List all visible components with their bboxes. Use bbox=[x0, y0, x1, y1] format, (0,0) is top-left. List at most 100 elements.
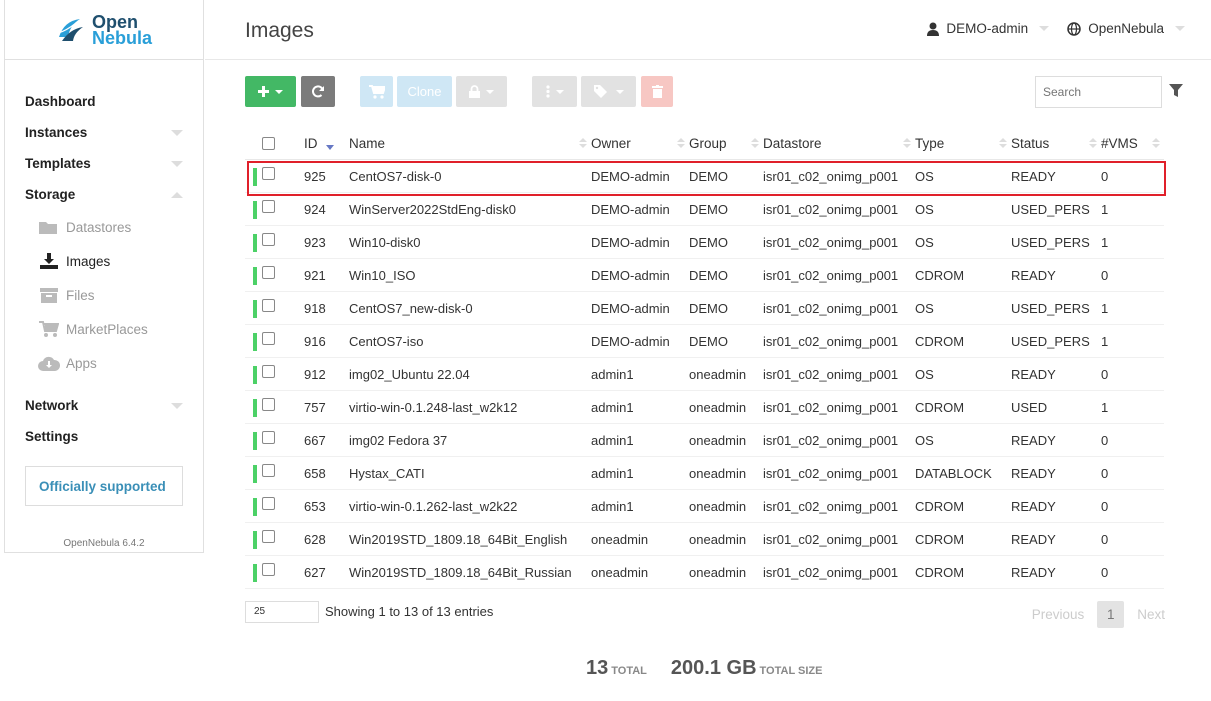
table-row[interactable]: 918 CentOS7_new-disk-0 DEMO-admin DEMO isr01… bbox=[245, 292, 1164, 325]
pagination: Previous 1 Next bbox=[1032, 601, 1165, 628]
labels-button[interactable] bbox=[581, 76, 636, 107]
table-row[interactable]: 923 Win10-disk0 DEMO-admin DEMO isr01_c02_on… bbox=[245, 226, 1164, 259]
column-header-vms[interactable]: #VMS bbox=[1101, 127, 1164, 159]
cell-vms: 0 bbox=[1101, 432, 1109, 448]
trash-icon bbox=[651, 85, 663, 98]
sidebar-item-settings[interactable]: Settings bbox=[5, 421, 203, 452]
table-row[interactable]: 924 WinServer2022StdEng-disk0 DEMO-admin DE… bbox=[245, 193, 1164, 226]
row-checkbox[interactable] bbox=[262, 332, 275, 345]
opennebula-logo[interactable]: Open Nebula bbox=[5, 0, 203, 60]
table-row[interactable]: 757 virtio-win-0.1.248-last_w2k12 admin1 on… bbox=[245, 391, 1164, 424]
create-button[interactable] bbox=[245, 76, 296, 107]
delete-button[interactable] bbox=[641, 76, 673, 107]
column-header-type[interactable]: Type bbox=[915, 127, 1011, 159]
cell-type: CDROM bbox=[915, 333, 965, 349]
row-checkbox[interactable] bbox=[262, 398, 275, 411]
sidebar-item-images[interactable]: Images bbox=[5, 244, 203, 278]
table-row[interactable]: 916 CentOS7-iso DEMO-admin DEMO isr01_c02_on… bbox=[245, 325, 1164, 358]
column-header-group[interactable]: Group bbox=[689, 127, 763, 159]
row-checkbox[interactable] bbox=[262, 431, 275, 444]
officially-supported-link[interactable]: Officially supported bbox=[25, 466, 183, 506]
cell-status: READY bbox=[1011, 564, 1056, 580]
marketplace-button[interactable] bbox=[360, 76, 393, 107]
filter-icon[interactable] bbox=[1169, 84, 1183, 97]
sidebar-item-network[interactable]: Network bbox=[5, 390, 203, 421]
cell-type: DATABLOCK bbox=[915, 465, 992, 481]
table-row[interactable]: 627 Win2019STD_1809.18_64Bit_Russian onead… bbox=[245, 556, 1164, 589]
sidebar-item-files[interactable]: Files bbox=[5, 278, 203, 312]
page-1-button[interactable]: 1 bbox=[1097, 601, 1125, 628]
column-label: #VMS bbox=[1101, 135, 1138, 151]
table-row[interactable]: 921 Win10_ISO DEMO-admin DEMO isr01_c02_onim… bbox=[245, 259, 1164, 292]
state-indicator bbox=[253, 531, 257, 549]
state-indicator bbox=[253, 300, 257, 318]
sidebar-item-marketplaces[interactable]: MarketPlaces bbox=[5, 312, 203, 346]
sidebar-item-instances[interactable]: Instances bbox=[5, 117, 203, 148]
zone-menu[interactable]: OpenNebula bbox=[1067, 21, 1185, 36]
sidebar-item-dashboard[interactable]: Dashboard bbox=[5, 86, 203, 117]
next-page-button[interactable]: Next bbox=[1137, 607, 1165, 622]
total-count-label: TOTAL bbox=[611, 665, 647, 677]
cell-name: Hystax_CATI bbox=[349, 465, 425, 481]
user-icon bbox=[927, 22, 940, 36]
cell-status: USED bbox=[1011, 399, 1048, 415]
cell-status: USED_PERS bbox=[1011, 300, 1090, 316]
chevron-down-icon bbox=[171, 402, 183, 409]
refresh-button[interactable] bbox=[301, 76, 335, 107]
column-header-owner[interactable]: Owner bbox=[591, 127, 689, 159]
lock-button[interactable] bbox=[456, 76, 507, 107]
row-checkbox[interactable] bbox=[262, 233, 275, 246]
cell-owner: DEMO-admin bbox=[591, 168, 670, 184]
table-row[interactable]: 925 CentOS7-disk-0 DEMO-admin DEMO isr01_c02… bbox=[245, 160, 1164, 193]
cell-name: Win2019STD_1809.18_64Bit_English bbox=[349, 531, 568, 547]
cell-status: USED_PERS bbox=[1011, 234, 1090, 250]
table-row[interactable]: 912 img02_Ubuntu 22.04 admin1 oneadmin isr01… bbox=[245, 358, 1164, 391]
row-checkbox[interactable] bbox=[262, 365, 275, 378]
sidebar-item-templates[interactable]: Templates bbox=[5, 148, 203, 179]
row-checkbox[interactable] bbox=[262, 266, 275, 279]
row-checkbox[interactable] bbox=[262, 464, 275, 477]
select-all-checkbox[interactable] bbox=[262, 136, 275, 150]
column-header-datastore[interactable]: Datastore bbox=[763, 127, 915, 159]
page-size-select[interactable]: 25 bbox=[245, 601, 319, 623]
column-header-id[interactable]: ID bbox=[304, 127, 349, 159]
row-checkbox[interactable] bbox=[262, 530, 275, 543]
state-indicator bbox=[253, 234, 257, 252]
table-row[interactable]: 653 virtio-win-0.1.262-last_w2k22 admin1 on… bbox=[245, 490, 1164, 523]
row-checkbox[interactable] bbox=[262, 200, 275, 213]
previous-page-button[interactable]: Previous bbox=[1032, 607, 1085, 622]
total-size: 200.1 GB bbox=[670, 657, 757, 679]
row-checkbox[interactable] bbox=[262, 497, 275, 510]
cell-type: CDROM bbox=[915, 267, 965, 283]
cell-group: oneadmin bbox=[689, 531, 747, 547]
archive-icon bbox=[38, 287, 60, 303]
column-label: Status bbox=[1011, 135, 1050, 151]
row-checkbox[interactable] bbox=[262, 299, 275, 312]
column-label: Name bbox=[349, 135, 386, 151]
user-name: DEMO-admin bbox=[946, 21, 1029, 36]
user-menu[interactable]: DEMO-admin bbox=[927, 21, 1050, 36]
cell-id: 628 bbox=[304, 531, 326, 547]
cell-group: oneadmin bbox=[689, 366, 747, 382]
more-actions-button[interactable] bbox=[532, 76, 577, 107]
sidebar-item-storage[interactable]: Storage bbox=[5, 179, 203, 210]
cell-group: DEMO bbox=[689, 234, 728, 250]
clone-button[interactable]: Clone bbox=[397, 76, 452, 107]
sidebar-item-apps[interactable]: Apps bbox=[5, 346, 203, 380]
table-row[interactable]: 658 Hystax_CATI admin1 oneadmin isr01_c02_on… bbox=[245, 457, 1164, 490]
column-header-status[interactable]: Status bbox=[1011, 127, 1101, 159]
cell-datastore: isr01_c02_onimg_p001 bbox=[763, 465, 899, 481]
cell-owner: admin1 bbox=[591, 465, 634, 481]
cell-owner: DEMO-admin bbox=[591, 267, 670, 283]
cell-name: img02 Fedora 37 bbox=[349, 432, 448, 448]
table-row[interactable]: 628 Win2019STD_1809.18_64Bit_English onead… bbox=[245, 523, 1164, 556]
column-header-name[interactable]: Name bbox=[349, 127, 591, 159]
row-checkbox[interactable] bbox=[262, 563, 275, 576]
chevron-down-icon bbox=[555, 89, 564, 94]
search-input[interactable] bbox=[1035, 76, 1162, 108]
cart-icon bbox=[38, 320, 60, 338]
row-checkbox[interactable] bbox=[262, 167, 275, 180]
column-label: Owner bbox=[591, 135, 631, 151]
table-row[interactable]: 667 img02 Fedora 37 admin1 oneadmin isr01_c0… bbox=[245, 424, 1164, 457]
sidebar-item-datastores[interactable]: Datastores bbox=[5, 210, 203, 244]
